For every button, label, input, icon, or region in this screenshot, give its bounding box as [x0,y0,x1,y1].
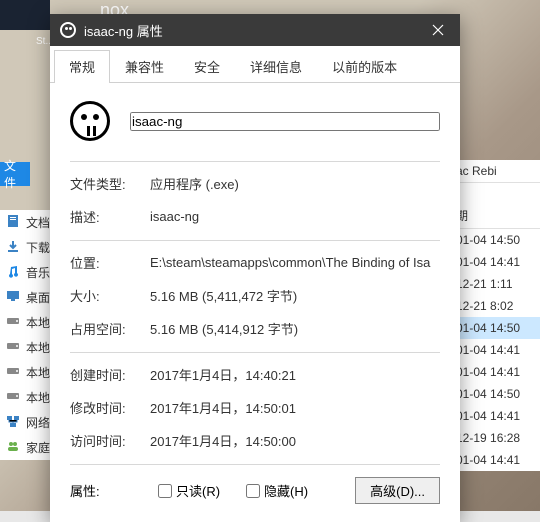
dialog-titlebar[interactable]: isaac-ng 属性 [50,14,460,46]
homegroup-icon [6,439,20,456]
file-row-0[interactable]: 01-04 14:50 [450,229,540,251]
sidebar-item-label: 本地 [26,314,50,331]
sidebar-item-label: 下载 [26,239,50,256]
file-row-2[interactable]: 12-21 1:11 [450,273,540,295]
hidden-checkbox-label[interactable]: 隐藏(H) [246,481,308,500]
desktop-icon [6,289,20,306]
file-row-3[interactable]: 12-21 8:02 [450,295,540,317]
divider [70,240,440,241]
readonly-checkbox[interactable] [158,484,172,498]
created-label: 创建时间: [70,365,150,384]
download-icon [6,239,20,256]
file-row-6[interactable]: 01-04 14:41 [450,361,540,383]
created-value: 2017年1月4日，14:40:21 [150,365,440,384]
document-icon [6,214,20,231]
location-value: E:\steam\steamapps\common\The Binding of… [150,255,440,270]
file-row-1[interactable]: 01-04 14:41 [450,251,540,273]
tab-bar: 常规兼容性安全详细信息以前的版本 [50,46,460,83]
sidebar-item-label: 网络 [26,414,50,431]
file-row-8[interactable]: 01-04 14:41 [450,405,540,427]
close-button[interactable] [416,14,460,46]
file-row-7[interactable]: 01-04 14:50 [450,383,540,405]
tab-3[interactable]: 详细信息 [235,50,317,82]
filetype-value: 应用程序 (.exe) [150,174,440,193]
advanced-button[interactable]: 高级(D)... [355,477,440,504]
size-value: 5.16 MB (5,411,472 字节) [150,286,440,305]
disk-icon [6,364,20,381]
tab-content-general: 文件类型:应用程序 (.exe) 描述:isaac-ng 位置:E:\steam… [50,83,460,522]
column-header-date[interactable]: 期 [450,203,540,229]
size-label: 大小: [70,286,150,305]
explorer-file-button[interactable]: 文件 [0,162,30,186]
divider [70,161,440,162]
file-row-4[interactable]: 01-04 14:50 [450,317,540,339]
close-icon [432,24,444,36]
attributes-label: 属性: [70,481,150,500]
properties-dialog: isaac-ng 属性 常规兼容性安全详细信息以前的版本 文件类型:应用程序 (… [50,14,460,522]
breadcrumb-fragment: ac Rebi [450,160,540,183]
network-icon [6,414,20,431]
divider [70,464,440,465]
tab-4[interactable]: 以前的版本 [317,50,412,82]
dialog-title: isaac-ng 属性 [84,21,163,40]
sidebar-item-label: 本地 [26,389,50,406]
disk-icon [6,389,20,406]
file-row-9[interactable]: 12-19 16:28 [450,427,540,449]
hidden-checkbox[interactable] [246,484,260,498]
sidebar-item-label: 本地 [26,339,50,356]
modified-value: 2017年1月4日，14:50:01 [150,398,440,417]
music-icon [6,264,20,281]
location-label: 位置: [70,253,150,272]
sizedisk-value: 5.16 MB (5,414,912 字节) [150,319,440,338]
file-row-5[interactable]: 01-04 14:41 [450,339,540,361]
accessed-value: 2017年1月4日，14:50:00 [150,431,440,450]
disk-icon [6,314,20,331]
readonly-checkbox-label[interactable]: 只读(R) [158,481,220,500]
modified-label: 修改时间: [70,398,150,417]
divider [70,352,440,353]
sidebar-item-label: 桌面 [26,289,50,306]
explorer-file-list: ac Rebi 期 01-04 14:5001-04 14:4112-21 1:… [450,160,540,471]
accessed-label: 访问时间: [70,431,150,450]
tab-0[interactable]: 常规 [54,50,110,82]
file-row-10[interactable]: 01-04 14:41 [450,449,540,471]
app-icon [60,22,76,38]
sidebar-item-label: 文档 [26,214,50,231]
file-icon [70,101,110,141]
description-label: 描述: [70,207,150,226]
filename-input[interactable] [130,112,440,131]
tab-2[interactable]: 安全 [179,50,235,82]
filetype-label: 文件类型: [70,174,150,193]
sidebar-item-label: 音乐 [26,264,50,281]
sidebar-item-label: 本地 [26,364,50,381]
description-value: isaac-ng [150,209,440,224]
tab-1[interactable]: 兼容性 [110,50,179,82]
disk-icon [6,339,20,356]
sizedisk-label: 占用空间: [70,319,150,338]
